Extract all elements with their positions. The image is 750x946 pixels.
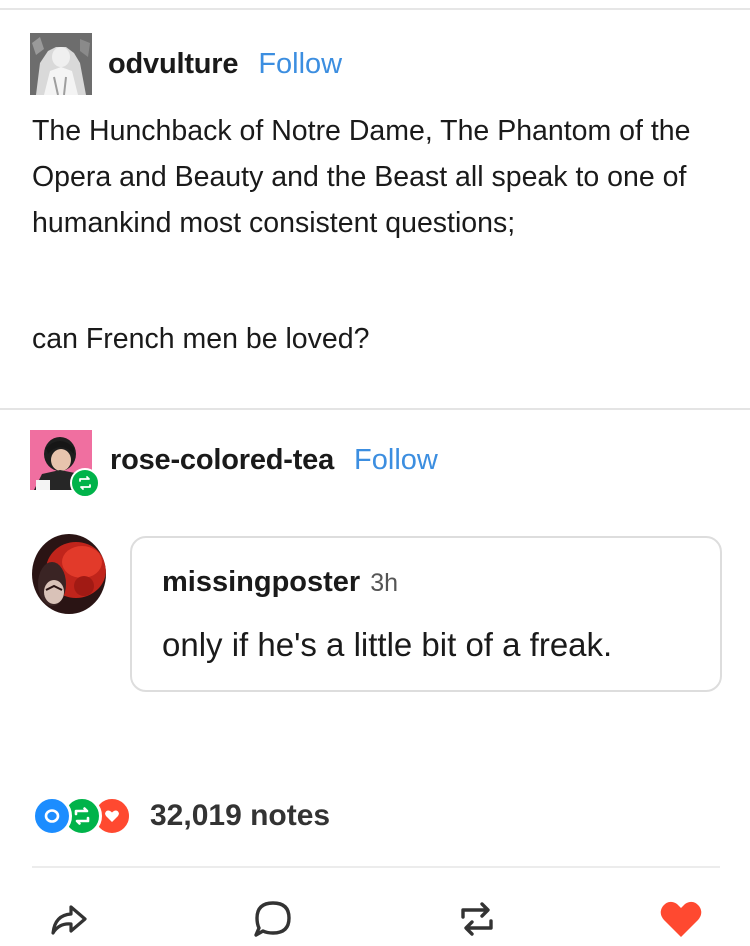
share-button[interactable] bbox=[44, 894, 94, 944]
avatar-missingposter[interactable] bbox=[32, 534, 106, 614]
reblog-header: rose-colored-tea Follow bbox=[30, 430, 438, 498]
like-button[interactable] bbox=[656, 894, 706, 944]
avatar-rose-colored-tea[interactable] bbox=[30, 430, 100, 498]
top-divider bbox=[0, 0, 750, 10]
follow-button-rose-colored-tea[interactable]: Follow bbox=[354, 444, 438, 477]
reply-note-icon bbox=[32, 796, 72, 836]
reblog-button[interactable] bbox=[452, 894, 502, 944]
reply-text: only if he's a little bit of a freak. bbox=[162, 626, 613, 663]
original-post-header: odvulture Follow bbox=[30, 33, 342, 95]
follow-button-odvulture[interactable]: Follow bbox=[258, 48, 342, 81]
like-heart-icon bbox=[660, 901, 702, 937]
comment-icon bbox=[254, 901, 291, 937]
actions-divider bbox=[32, 866, 720, 868]
reblog-divider bbox=[0, 408, 750, 410]
comment-button[interactable] bbox=[248, 894, 298, 944]
username-rose-colored-tea[interactable]: rose-colored-tea bbox=[110, 444, 334, 477]
reply-time: 3h bbox=[370, 569, 399, 597]
reblog-icon bbox=[461, 902, 493, 936]
reply-username[interactable]: missingposter bbox=[162, 566, 360, 598]
username-odvulture[interactable]: odvulture bbox=[108, 48, 239, 81]
share-icon bbox=[51, 905, 87, 935]
notes-summary[interactable]: 32,019 notes bbox=[32, 796, 330, 836]
reblog-icon bbox=[79, 476, 91, 490]
reblog-badge bbox=[70, 468, 100, 498]
reply-bubble: missingposter 3h only if he's a little bi… bbox=[130, 536, 722, 692]
note-icons bbox=[32, 796, 136, 836]
notes-count: 32,019 notes bbox=[150, 799, 331, 832]
reply-header: missingposter 3h bbox=[162, 566, 398, 599]
post-action-bar bbox=[0, 890, 750, 946]
original-post-paragraph-1: The Hunchback of Notre Dame, The Phantom… bbox=[32, 115, 691, 239]
avatar-odvulture[interactable] bbox=[30, 33, 92, 95]
original-post-paragraph-2: can French men be loved? bbox=[32, 323, 370, 355]
